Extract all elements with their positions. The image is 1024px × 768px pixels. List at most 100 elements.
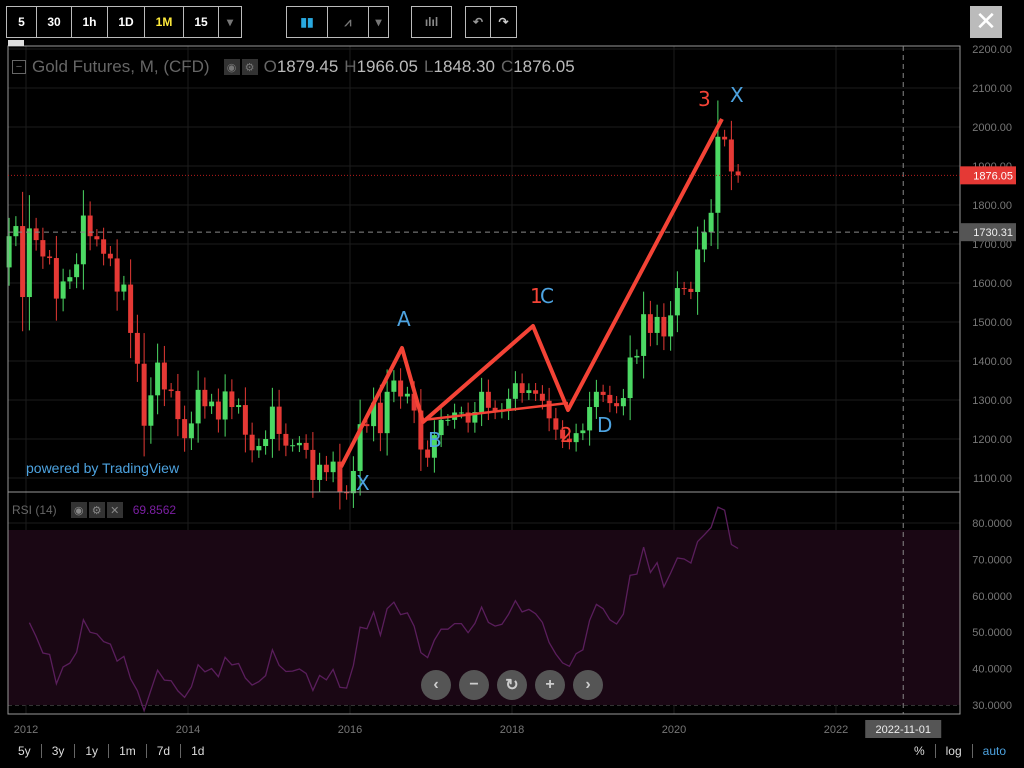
candle-body <box>546 400 552 419</box>
price-tick: 1100.00 <box>973 473 1012 485</box>
time-tick: 2016 <box>338 724 362 736</box>
price-tick: 1500.00 <box>972 317 1012 329</box>
candle-body <box>317 464 323 480</box>
rsi-tick: 40.0000 <box>972 664 1012 676</box>
time-tick: 2014 <box>176 724 200 736</box>
candle-body <box>512 383 518 399</box>
candle-body <box>323 464 329 473</box>
candle-body <box>6 236 12 268</box>
log-scale-toggle[interactable]: log <box>936 744 973 758</box>
candle-body <box>80 215 86 265</box>
auto-scale-toggle[interactable]: auto <box>973 744 1016 758</box>
rsi-tick: 70.0000 <box>972 554 1012 566</box>
candle-body <box>533 390 539 394</box>
range-1m[interactable]: 1m <box>109 744 147 758</box>
zoom-out-button[interactable]: − <box>459 670 489 700</box>
visibility-icon[interactable]: ◉ <box>223 59 240 75</box>
candle-body <box>614 403 620 407</box>
time-tick: 2022 <box>824 724 848 736</box>
candle-body <box>114 258 120 292</box>
rsi-visibility-icon[interactable]: ◉ <box>70 502 87 518</box>
candle-body <box>593 391 599 408</box>
candle-body <box>47 256 53 259</box>
rsi-tick: 50.0000 <box>972 627 1012 639</box>
candle-body <box>202 389 208 407</box>
candle-body <box>53 258 59 299</box>
label-3: 3 <box>698 87 711 111</box>
collapse-icon[interactable]: − <box>12 60 26 74</box>
candle-body <box>519 383 525 393</box>
candle-body <box>276 406 282 434</box>
series-legend: − Gold Futures, M, (CFD) ◉ ⚙ O1879.45 H19… <box>12 57 575 77</box>
range-3y[interactable]: 3y <box>42 744 76 758</box>
candle-body <box>377 402 383 434</box>
candle-body <box>161 362 167 390</box>
candle-body <box>20 226 26 298</box>
candle-body <box>722 136 728 140</box>
settings-gear-icon[interactable]: ⚙ <box>241 59 258 75</box>
indicators-icon[interactable]: ılıl <box>412 7 451 37</box>
price-tick: 1300.00 <box>972 395 1012 407</box>
price-tick: 1400.00 <box>972 356 1012 368</box>
candle-body <box>40 240 46 257</box>
candle-body <box>256 446 262 451</box>
scroll-right-button[interactable]: › <box>573 670 603 700</box>
rsi-remove-close-icon[interactable]: ✕ <box>106 502 123 518</box>
candlestick-icon[interactable]: ▮▮ <box>287 7 328 37</box>
candle-body <box>148 395 154 426</box>
candle-body <box>330 461 336 473</box>
candle-body <box>209 401 215 407</box>
price-chart[interactable]: 2200.002100.002000.001900.001800.001700.… <box>0 0 1024 768</box>
range-7d[interactable]: 7d <box>147 744 182 758</box>
interval-5[interactable]: 5 <box>7 7 37 37</box>
area-chart-icon[interactable]: ⩘ <box>328 7 369 37</box>
range-1d[interactable]: 1d <box>181 744 214 758</box>
candle-body <box>74 264 80 278</box>
candle-body <box>620 398 626 407</box>
last-price: 1876.05 <box>973 170 1013 182</box>
percent-scale-toggle[interactable]: % <box>904 744 936 758</box>
range-1y[interactable]: 1y <box>75 744 110 758</box>
range-5y[interactable]: 5y <box>8 744 42 758</box>
indicators-toolbar: ılıl <box>411 6 452 38</box>
label-d: D <box>597 413 612 437</box>
crosshair-price: 1730.31 <box>973 227 1013 239</box>
candle-body <box>242 405 248 435</box>
candle-body <box>175 391 181 420</box>
candle-body <box>26 228 32 298</box>
close-value: 1876.05 <box>513 57 575 76</box>
candle-body <box>701 232 707 250</box>
zoom-in-button[interactable]: + <box>535 670 565 700</box>
candle-body <box>155 362 161 396</box>
history-toolbar: ↶ ↷ <box>465 6 517 38</box>
interval-1d[interactable]: 1D <box>108 7 145 37</box>
low-value: 1848.30 <box>433 57 495 76</box>
candle-body <box>600 391 606 395</box>
range-bar: 5y 3y 1y 1m 7d 1d % log auto <box>8 739 1016 763</box>
interval-1h[interactable]: 1h <box>72 7 108 37</box>
candle-body <box>141 363 147 426</box>
chart-type-chevron-down-icon[interactable]: ▾ <box>369 7 388 37</box>
undo-icon[interactable]: ↶ <box>466 7 491 37</box>
candle-body <box>107 253 113 259</box>
redo-icon[interactable]: ↷ <box>491 7 516 37</box>
candle-body <box>249 434 255 451</box>
pane-scroll-handle[interactable] <box>8 40 24 46</box>
candle-body <box>668 315 674 337</box>
scroll-left-button[interactable]: ‹ <box>421 670 451 700</box>
interval-15[interactable]: 15 <box>184 7 219 37</box>
interval-dropdown-chevron-down-icon[interactable]: ▾ <box>219 7 241 37</box>
reset-chart-button[interactable]: ↻ <box>497 670 527 700</box>
candle-body <box>168 389 174 392</box>
candle-body <box>458 412 464 414</box>
powered-by-link[interactable]: powered by TradingView <box>26 460 179 476</box>
candle-body <box>296 442 302 446</box>
interval-1m[interactable]: 1M <box>145 7 184 37</box>
candle-body <box>681 288 687 290</box>
rsi-settings-gear-icon[interactable]: ⚙ <box>88 502 105 518</box>
candle-body <box>506 398 512 410</box>
candle-body <box>526 390 532 393</box>
interval-30[interactable]: 30 <box>37 7 72 37</box>
close-icon[interactable]: ✕ <box>970 6 1002 38</box>
price-tick: 1200.00 <box>972 434 1012 446</box>
